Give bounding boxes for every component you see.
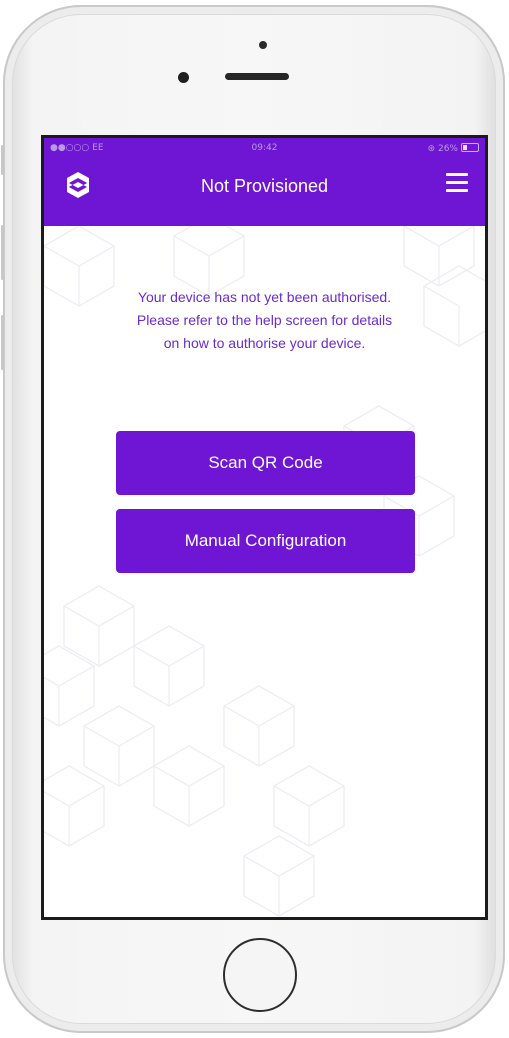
navigation-bar: ●●○○○ EE 09:42 ⊛ 26% Not Provisioned bbox=[44, 138, 485, 226]
battery-percentage: 26% bbox=[437, 144, 458, 154]
message-line: Your device has not yet been authorised. bbox=[137, 289, 392, 305]
battery-icon bbox=[461, 143, 479, 152]
page-title: Not Provisioned bbox=[200, 176, 329, 196]
home-button[interactable] bbox=[223, 938, 297, 1012]
message-line: on how to authorise your device. bbox=[163, 335, 366, 351]
alarm-icon: ⊛ bbox=[427, 144, 436, 154]
status-time: 09:42 bbox=[251, 143, 278, 153]
earpiece-speaker bbox=[225, 73, 289, 80]
status-bar: ●●○○○ EE 09:42 ⊛ 26% bbox=[44, 138, 485, 158]
battery-status: ⊛ 26% bbox=[428, 143, 479, 154]
volume-up-button bbox=[1, 225, 4, 280]
volume-down-button bbox=[1, 315, 4, 370]
mute-switch bbox=[1, 145, 4, 175]
manual-configuration-button[interactable]: Manual Configuration bbox=[116, 509, 415, 573]
app-view: ●●○○○ EE 09:42 ⊛ 26% Not Provisioned You… bbox=[44, 138, 485, 917]
scan-qr-code-button[interactable]: Scan QR Code bbox=[116, 431, 415, 495]
authorisation-message: Your device has not yet been authorised.… bbox=[74, 286, 455, 355]
message-line: Please refer to the help screen for deta… bbox=[136, 312, 393, 328]
phone-screen: ●●○○○ EE 09:42 ⊛ 26% Not Provisioned You… bbox=[41, 135, 488, 920]
phone-frame: ●●○○○ EE 09:42 ⊛ 26% Not Provisioned You… bbox=[1, 5, 505, 1033]
front-camera bbox=[178, 72, 189, 83]
proximity-sensor bbox=[259, 41, 267, 49]
hamburger-menu-icon[interactable] bbox=[446, 172, 470, 194]
